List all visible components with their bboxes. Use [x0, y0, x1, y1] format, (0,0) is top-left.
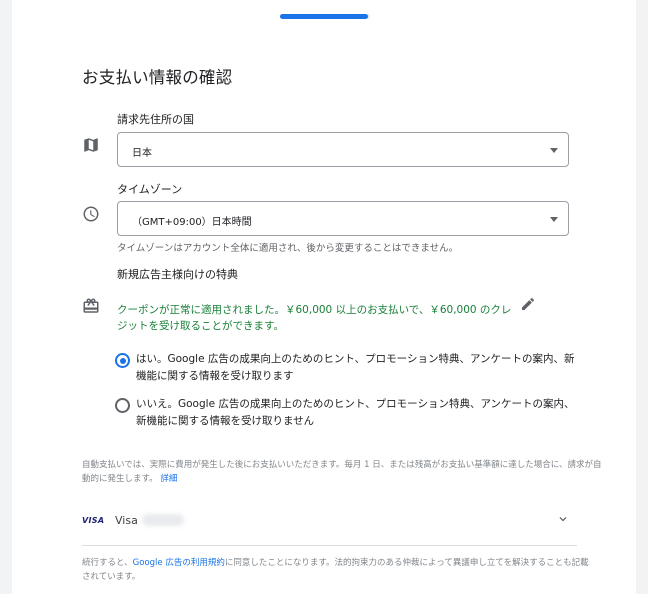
masked-card-number	[142, 514, 184, 526]
clock-icon	[82, 205, 100, 223]
radio-yes[interactable]	[115, 353, 130, 368]
terms-prefix: 続行すると、	[82, 558, 133, 568]
radio-no-label: いいえ。Google 広告の成果向上のためのヒント、プロモーション特典、アンケー…	[136, 398, 575, 427]
timezone-select-value: （GMT+09:00）日本時間	[132, 217, 252, 228]
terms-link[interactable]: Google 広告の利用規約	[133, 558, 225, 568]
progress-fill	[280, 14, 369, 19]
chevron-down-icon[interactable]	[556, 512, 570, 526]
autopay-info: 自動支払いでは、実際に費用が発生した後にお支払いいただきます。毎月 1 日、また…	[82, 458, 602, 486]
timezone-label: タイムゾーン	[117, 183, 183, 196]
map-icon	[82, 136, 100, 154]
timezone-helper-text: タイムゾーンはアカウント全体に適用され、後から変更することはできません。	[117, 243, 459, 254]
country-select[interactable]: 日本	[117, 132, 569, 167]
page-title: お支払い情報の確認	[82, 68, 233, 87]
country-label: 請求先住所の国	[117, 113, 194, 126]
pencil-icon[interactable]	[520, 296, 538, 314]
coupon-applied-message: クーポンが正常に適用されました。￥60,000 以上のお支払いで、￥60,000…	[117, 304, 512, 332]
marketing-opt-in-no[interactable]: いいえ。Google 広告の成果向上のためのヒント、プロモーション特典、アンケー…	[115, 396, 585, 432]
gift-icon	[82, 297, 100, 315]
autopay-details-link[interactable]: 詳細	[160, 474, 177, 484]
divider	[82, 545, 577, 546]
dropdown-arrow-icon	[550, 148, 558, 153]
visa-logo-icon: VISA	[82, 516, 105, 525]
progress-bar	[280, 14, 370, 19]
payment-method-name: Visa	[115, 514, 138, 527]
promo-label: 新規広告主様向けの特典	[117, 268, 238, 281]
country-select-value: 日本	[132, 148, 152, 159]
dropdown-arrow-icon	[550, 217, 558, 222]
radio-yes-label: はい。Google 広告の成果向上のためのヒント、プロモーション特典、アンケート…	[136, 353, 575, 382]
marketing-opt-in-yes[interactable]: はい。Google 広告の成果向上のためのヒント、プロモーション特典、アンケート…	[115, 351, 585, 387]
terms-notice: 続行すると、Google 広告の利用規約に同意したことになります。法的拘束力のあ…	[82, 556, 592, 584]
radio-no[interactable]	[115, 398, 130, 413]
payment-method-row[interactable]: VISA Visa	[82, 508, 567, 536]
billing-confirmation-page: お支払い情報の確認 請求先住所の国 日本 タイムゾーン （GMT+09:00）日…	[12, 0, 636, 594]
timezone-select[interactable]: （GMT+09:00）日本時間	[117, 201, 569, 236]
